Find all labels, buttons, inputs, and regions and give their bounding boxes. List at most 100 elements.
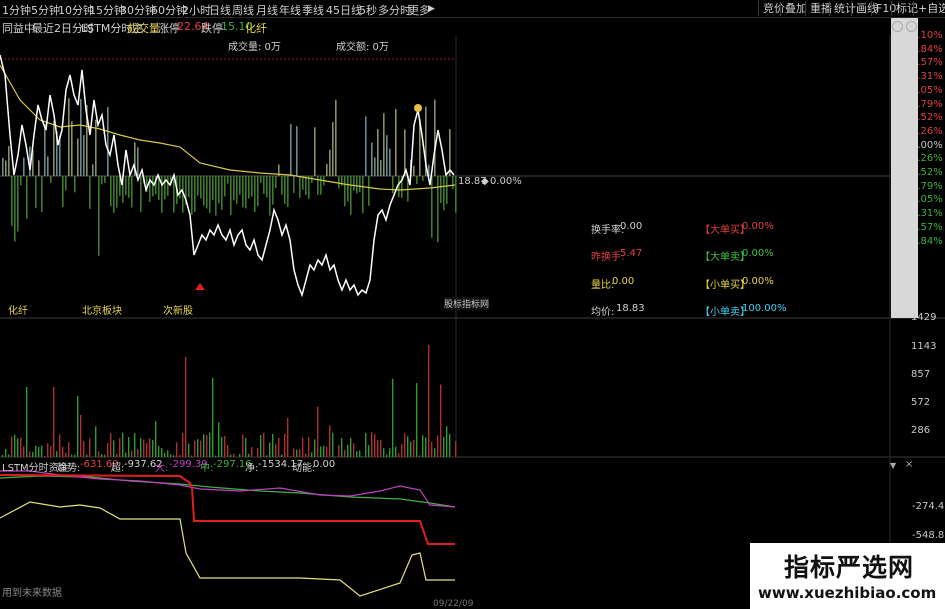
period-5min[interactable]: 5分钟 [31,2,60,18]
volume-bar [293,448,295,457]
close-icon[interactable]: × [906,21,917,32]
main-bar [263,176,265,194]
date-label: 09/22/09 [433,599,474,609]
pct-marker: 0.00% [490,176,522,187]
volume-bar [191,455,193,457]
limit-down-label: 跌停 [201,22,223,35]
volume-bar [50,446,52,457]
main-bar [359,176,361,193]
volume-bar [230,454,232,457]
vol-axis-4: 572 [911,397,931,408]
volume-bar [116,453,118,457]
volume-bar [272,433,274,457]
main-bar [446,176,448,205]
main-bar [329,149,331,176]
tag-new-stock[interactable]: 次新股 [163,302,193,317]
volume-bar [110,433,112,457]
main-bar [317,176,319,196]
buy-signal-icon [195,283,205,290]
volume-bar [275,444,277,457]
main-bar [272,176,274,205]
period-45day[interactable]: 45日线 [326,2,362,18]
period-year[interactable]: 年线 [279,2,301,18]
volume-bar [251,447,253,457]
volume-bar [290,456,292,457]
period-5sec[interactable]: 5秒 [359,2,377,18]
main-bar [203,176,205,206]
add-favorite-button[interactable]: +自选 [913,1,945,16]
watermark: 指标严选网 www.xuezhibiao.com [750,543,945,609]
volume-bar [68,442,70,457]
main-bar [350,176,352,215]
main-bar [416,176,418,185]
main-bar [215,176,217,216]
main-bar [254,176,256,212]
volume-bar [308,437,310,457]
vol-ratio-value: 0.00 [612,276,635,287]
volume-bar [419,455,421,457]
period-month[interactable]: 月线 [256,2,278,18]
main-bar [167,176,169,196]
main-bar [362,176,364,214]
main-bar [191,176,193,215]
period-quarter[interactable]: 季线 [302,2,324,18]
main-bar [92,164,94,176]
chevron-down-icon[interactable]: ▶ [428,4,435,14]
main-bar [395,108,397,176]
volume-bar [350,437,352,457]
period-multi[interactable]: 多分时 [378,2,411,18]
volume-bar [305,453,307,457]
volume-bar [326,446,328,457]
collapse-icon[interactable]: ⌃ [892,21,903,32]
main-bar [260,176,262,183]
avg-price-label: 均价: [591,307,615,318]
main-bar [455,176,457,213]
vol-axis-3: 857 [911,369,931,380]
main-bar [434,99,436,176]
main-bar [14,176,16,242]
volume-bar [113,440,115,457]
main-bar [257,176,259,207]
main-bar [227,176,229,184]
turnover-value: 0.00 [620,221,643,232]
tag-sector[interactable]: 化纤 [8,302,28,317]
volume-bar [371,432,373,457]
super-label: 超: [111,463,125,474]
volume-bar [128,437,130,457]
period-1min[interactable]: 1分钟 [2,2,31,18]
info-bar: 同益中 最近2日分时 LSTM分时主 成交量 涨停 22.64 跌停 15.10… [0,19,460,35]
dropdown-icon[interactable]: ▼ [890,461,896,470]
main-bar [8,146,10,176]
close-icon[interactable]: × [905,459,913,470]
volume-bar [167,450,169,457]
trend-label: 趋势: [57,463,81,474]
main-bar [389,148,391,176]
main-bar [347,176,349,202]
period-week[interactable]: 周线 [232,2,254,18]
amount-text: 成交额: 0万 [336,42,389,53]
period-day[interactable]: 日线 [209,2,231,18]
net-label: 净: [245,463,259,474]
volume-bar [158,445,160,457]
volume-bar [122,432,124,457]
volume-bar [188,443,190,457]
right-scrollbar[interactable] [891,18,918,318]
main-bar [383,113,385,176]
volume-bar [131,450,133,457]
volume-bar [368,445,370,457]
volume-bar [56,451,58,457]
watermark-title: 指标严选网 [784,553,915,582]
main-bar [365,116,367,176]
volume-bar [410,441,412,457]
main-bar [392,176,394,194]
volume-bar [173,455,175,457]
main-bar [65,176,67,191]
main-bar [188,176,190,198]
period-2h[interactable]: 2小时 [182,2,211,18]
avg-price-value: 18.83 [616,303,645,314]
tag-region[interactable]: 北京板块 [82,302,122,317]
main-bar [233,176,235,201]
volume-bar [263,432,265,457]
period-more[interactable]: 更多 [408,2,430,18]
volume-bar [185,357,187,457]
